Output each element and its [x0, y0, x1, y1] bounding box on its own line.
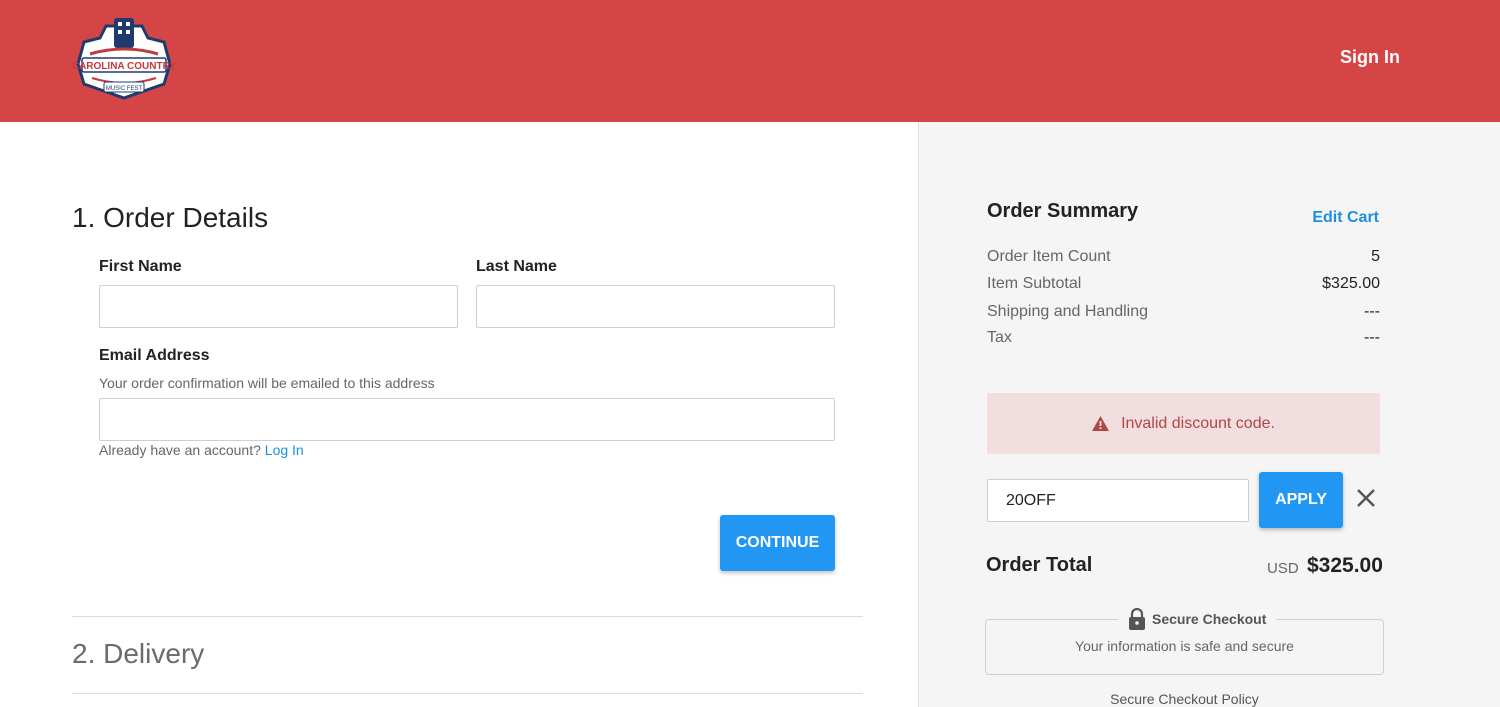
section-divider: [72, 693, 863, 694]
order-total-label: Order Total: [986, 554, 1093, 576]
login-prompt: Already have an account? Log In: [99, 442, 304, 458]
summary-row-subtotal: Item Subtotal $325.00: [987, 275, 1380, 293]
logo-subtext: MUSIC FEST: [106, 86, 143, 92]
last-name-input[interactable]: [476, 285, 835, 328]
sign-in-link[interactable]: Sign In: [1340, 47, 1400, 68]
last-name-label: Last Name: [476, 258, 557, 275]
order-total-currency: USD: [1267, 560, 1299, 577]
summary-row-label: Tax: [987, 329, 1012, 346]
alert-text: Invalid discount code.: [1121, 414, 1275, 432]
first-name-input[interactable]: [99, 285, 458, 328]
summary-row-value: 5: [1371, 248, 1380, 265]
checkout-form-panel: 1. Order Details First Name Last Name Em…: [0, 122, 918, 707]
summary-row-value: ---: [1364, 329, 1380, 346]
summary-row-label: Shipping and Handling: [987, 303, 1149, 320]
delivery-title[interactable]: 2. Delivery: [72, 638, 204, 670]
first-name-label: First Name: [99, 258, 182, 275]
order-summary-panel: Order Summary Edit Cart Order Item Count…: [918, 122, 1500, 707]
apply-discount-button[interactable]: APPLY: [1259, 472, 1343, 528]
continue-button[interactable]: CONTINUE: [720, 515, 835, 571]
edit-cart-link[interactable]: Edit Cart: [1312, 209, 1379, 227]
summary-row-item-count: Order Item Count 5: [987, 248, 1380, 266]
warning-icon: [1092, 416, 1110, 431]
brand-logo[interactable]: CAROLINA COUNTRY MUSIC FEST: [70, 14, 178, 102]
summary-row-label: Order Item Count: [987, 248, 1111, 265]
summary-row-value: $325.00: [1322, 275, 1380, 292]
email-hint: Your order confirmation will be emailed …: [99, 375, 435, 391]
close-icon[interactable]: [1355, 487, 1377, 509]
order-details-title: 1. Order Details: [72, 202, 269, 233]
secure-checkout-subtext: Your information is safe and secure: [1075, 638, 1294, 654]
lock-icon: [1129, 608, 1145, 630]
site-header: CAROLINA COUNTRY MUSIC FEST Sign In: [0, 0, 1500, 122]
secure-checkout-policy-link[interactable]: Secure Checkout Policy: [985, 691, 1384, 707]
summary-row-shipping: Shipping and Handling ---: [987, 303, 1380, 321]
discount-error-alert: Invalid discount code.: [987, 393, 1380, 454]
email-label: Email Address: [99, 347, 210, 364]
order-summary-title: Order Summary: [987, 200, 1139, 222]
summary-row-label: Item Subtotal: [987, 275, 1082, 292]
account-prompt-text: Already have an account?: [99, 442, 261, 458]
section-divider: [72, 616, 863, 617]
summary-row-tax: Tax ---: [987, 329, 1380, 347]
discount-code-input[interactable]: [987, 479, 1249, 522]
email-input[interactable]: [99, 398, 835, 441]
secure-checkout-title: Secure Checkout: [1152, 611, 1267, 627]
secure-checkout-heading: Secure Checkout: [1118, 605, 1277, 633]
order-total-value: $325.00: [1307, 554, 1383, 577]
summary-row-value: ---: [1364, 303, 1380, 320]
logo-text: CAROLINA COUNTRY: [72, 61, 177, 72]
login-link[interactable]: Log In: [265, 442, 304, 458]
